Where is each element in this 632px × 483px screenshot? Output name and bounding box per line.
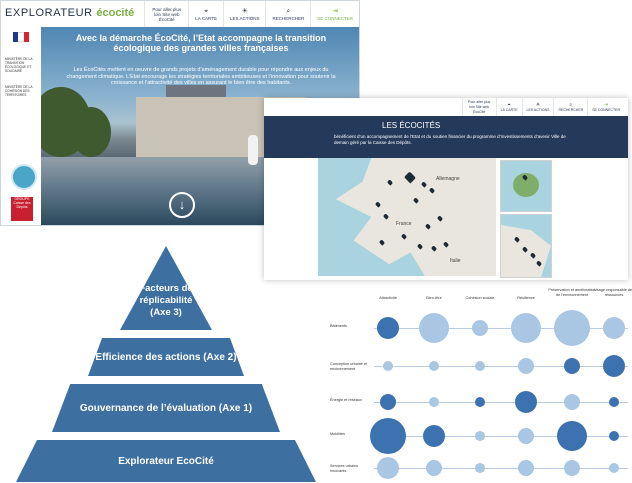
lightbulb-icon: ☀: [241, 7, 248, 15]
site-logo[interactable]: EXPLORATEUR écocité: [5, 7, 134, 19]
matrix-row-line: [374, 402, 628, 403]
overseas-inset-map[interactable]: [500, 214, 552, 278]
login-icon: ⇥: [332, 7, 339, 15]
matrix-bubble: [419, 313, 449, 343]
logo-accent: écocité: [96, 7, 135, 19]
nav-item-label: SE CONNECTER: [592, 108, 620, 112]
map-nav: Pour aller plus loin Site web ÉcoCité ⌖ L…: [461, 98, 624, 116]
map-label-germany: Allemagne: [436, 176, 460, 182]
reunion-inset-map[interactable]: [500, 160, 552, 212]
map-title: LES ÉCOCITÉS: [382, 121, 441, 130]
nav-item-login[interactable]: ⇥ SE CONNECTER: [587, 98, 624, 116]
matrix-bubble: [603, 355, 625, 377]
matrix-row-line: [374, 436, 628, 437]
matrix-bubble: [603, 317, 625, 339]
matrix-bubble: [511, 313, 541, 343]
nav-item-map-pin[interactable]: ⌖ LA CARTE: [188, 1, 223, 27]
hero-runner: [248, 135, 258, 165]
matrix-row-header: Énergie et réseaux: [330, 398, 362, 402]
hero-title: Avec la démarche ÉcoCité, l’Etat accompa…: [75, 33, 327, 53]
matrix-bubble: [518, 460, 534, 476]
matrix-bubble: [518, 428, 534, 444]
nav-item-label: LES ACTIONS: [526, 108, 550, 112]
nav-item-login[interactable]: ⇥ SE CONNECTER: [310, 1, 359, 27]
pyramid-level-1: Gouvernance de l’évaluation (Axe 1): [52, 384, 280, 432]
partner-logo: GROUPE Caisse des Dépôts: [11, 197, 33, 221]
matrix-bubble: [609, 397, 619, 407]
matrix-bubble: [557, 421, 587, 451]
bubble-matrix: Attractivité Bien-être Cohésion sociale Rés…: [330, 288, 632, 483]
matrix-bubble: [564, 358, 580, 374]
matrix-bubble: [426, 460, 442, 476]
matrix-bubble: [475, 397, 485, 407]
matrix-column-header: Cohésion sociale: [465, 296, 495, 300]
nav-item-label: SE CONNECTER: [317, 15, 353, 21]
matrix-bubble: [377, 317, 399, 339]
nav-item-label: LES ACTIONS: [229, 15, 260, 21]
ministry-label-1: MINISTÈRE DE LA TRANSITION ÉCOLOGIQUE ET…: [5, 57, 33, 73]
map-banner: LES ÉCOCITÉS bénéficient d’un accompagne…: [264, 116, 628, 158]
matrix-bubble: [609, 463, 619, 473]
matrix-column-header: Bien-être: [426, 296, 442, 300]
logo-text: EXPLORATEUR: [5, 7, 93, 19]
republic-logo: [7, 32, 35, 52]
nav-site-link[interactable]: Pour aller plus loin Site web ÉcoCité: [461, 98, 496, 116]
matrix-row-header: Mobilités: [330, 432, 345, 436]
map-text: bénéficient d’un accompagnement de l’Eta…: [334, 134, 566, 145]
hero-tree: [71, 107, 111, 157]
site-header: EXPLORATEUR écocité Pour aller plus loin…: [1, 1, 359, 28]
matrix-bubble: [475, 463, 485, 473]
matrix-bubble: [554, 310, 590, 346]
nav-item-label: RECHERCHER: [272, 15, 305, 21]
matrix-bubble: [429, 361, 439, 371]
matrix-bubble: [475, 361, 485, 371]
matrix-column-header: Attractivité: [379, 296, 397, 300]
matrix-bubble: [429, 397, 439, 407]
partner-sidebar: MINISTÈRE DE LA TRANSITION ÉCOLOGIQUE ET…: [1, 27, 42, 225]
map-header: Pour aller plus loin Site web ÉcoCité ⌖ L…: [264, 98, 628, 117]
matrix-bubble: [564, 394, 580, 410]
ministry-label-2: MINISTÈRE DE LA COHÉSION DES TERRITOIRES: [5, 85, 33, 97]
nav-site-link[interactable]: Pour aller plus loin Site web ÉcoCité: [144, 1, 188, 27]
matrix-bubble: [423, 425, 445, 447]
arrow-down-icon[interactable]: ↓: [169, 192, 195, 218]
nav-item-search[interactable]: ⌕ RECHERCHER: [265, 1, 310, 27]
france-map[interactable]: Allemagne France Italie: [318, 158, 496, 276]
map-pin-icon: ⌖: [204, 7, 209, 15]
matrix-bubble: [609, 431, 619, 441]
matrix-bubble: [380, 394, 396, 410]
matrix-column-header: Résilience: [517, 296, 535, 300]
nav-item-label: RECHERCHER: [558, 108, 584, 112]
matrix-row-header: Conception urbaine et environnement: [330, 362, 368, 371]
map-label-france: France: [396, 221, 412, 227]
matrix-bubble: [475, 431, 485, 441]
nav-item-lightbulb[interactable]: ☀ LES ACTIONS: [222, 1, 266, 27]
pyramid-level-2: Efficience des actions (Axe 2): [88, 338, 244, 376]
matrix-bubble: [370, 418, 406, 454]
hero-text: Les ÉcoCités mettent en oeuvre de grands…: [66, 67, 336, 87]
matrix-bubble: [472, 320, 488, 336]
ecocite-seal-icon: [11, 164, 37, 190]
pyramid-base: Explorateur EcoCité: [16, 440, 316, 482]
matrix-column-header: Usage responsable des ressources: [594, 288, 632, 297]
nav-item-label: LA CARTE: [500, 108, 518, 112]
search-icon: ⌕: [286, 7, 291, 15]
matrix-row-line: [374, 366, 628, 367]
nav-item-map-pin[interactable]: ⌖ LA CARTE: [495, 98, 522, 116]
map-label-italy: Italie: [450, 258, 461, 264]
nav-item-search[interactable]: ⌕ RECHERCHER: [553, 98, 587, 116]
matrix-row-line: [374, 468, 628, 469]
matrix-bubble: [383, 361, 393, 371]
main-nav: Pour aller plus loin Site web ÉcoCité ⌖ L…: [144, 1, 359, 27]
matrix-bubble: [564, 460, 580, 476]
matrix-row-header: Bâtiments: [330, 324, 347, 328]
nav-item-label: LA CARTE: [195, 15, 217, 21]
matrix-row-header: Services urbains innovants: [330, 464, 359, 473]
evaluation-pyramid: Facteurs de réplicabilité (Axe 3) Effici…: [0, 246, 330, 483]
matrix-bubble: [515, 391, 537, 413]
matrix-bubble: [518, 358, 534, 374]
matrix-bubble: [377, 457, 399, 479]
pyramid-level-3: Facteurs de réplicabilité (Axe 3): [120, 246, 212, 330]
nav-item-lightbulb[interactable]: ☀ LES ACTIONS: [521, 98, 554, 116]
